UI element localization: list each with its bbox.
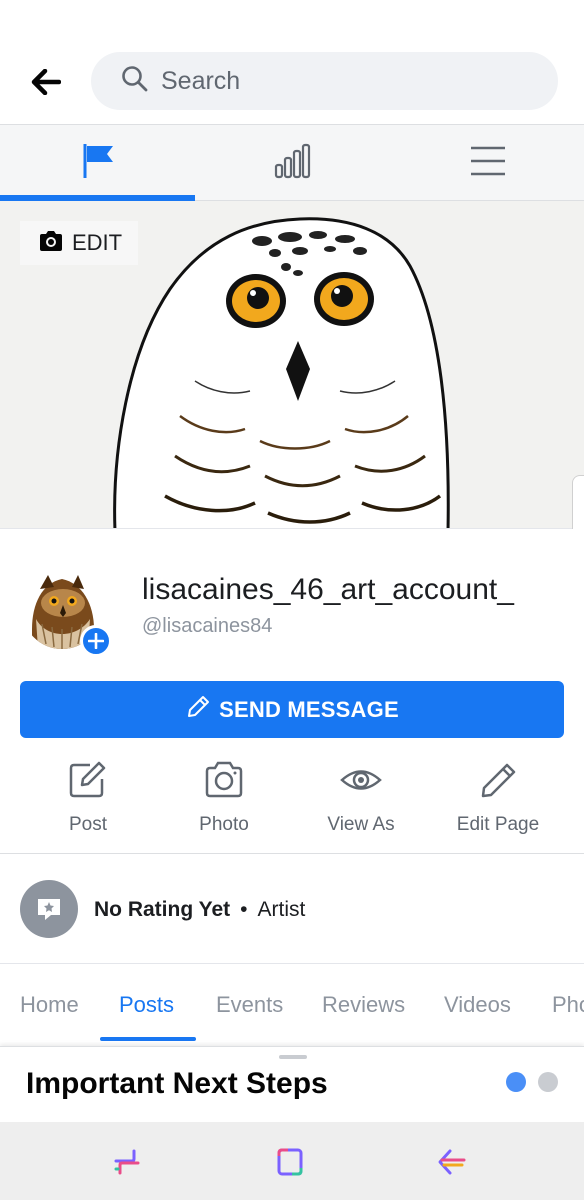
top-bar <box>0 0 584 124</box>
page-category: Artist <box>257 898 306 921</box>
post-action[interactable]: Post <box>15 761 161 841</box>
compose-icon <box>68 761 108 804</box>
edit-page-action[interactable]: Edit Page <box>425 761 571 841</box>
edit-page-action-label: Edit Page <box>456 814 540 835</box>
cover-photo[interactable]: EDIT <box>0 201 584 529</box>
camera-icon <box>203 761 245 804</box>
plus-icon <box>88 633 104 649</box>
recent-apps-button[interactable] <box>107 1142 147 1182</box>
section-tab-reviews[interactable]: Reviews <box>322 992 405 1018</box>
flag-icon <box>80 142 116 185</box>
rating-row[interactable]: No Rating Yet • Artist <box>0 854 584 964</box>
back-button[interactable] <box>432 1142 472 1182</box>
search-bar[interactable] <box>91 52 558 110</box>
sheet-drag-handle[interactable] <box>279 1055 307 1059</box>
next-steps-sheet[interactable]: Important Next Steps <box>0 1046 584 1122</box>
next-steps-title: Important Next Steps <box>26 1067 328 1100</box>
page-title: lisacaines_46_art_account_ <box>142 573 514 606</box>
back-arrow-icon[interactable] <box>26 62 66 102</box>
eye-icon <box>340 761 382 804</box>
section-tab-videos[interactable]: Videos <box>444 992 511 1018</box>
rating-summary: No Rating Yet • Artist <box>94 898 305 922</box>
home-icon <box>277 1148 303 1176</box>
page-sections-nav: Home Posts Events Reviews Videos Photos <box>0 964 584 1044</box>
send-message-button[interactable]: SEND MESSAGE <box>20 681 564 738</box>
tab-more[interactable] <box>390 125 584 201</box>
post-action-label: Post <box>68 814 108 835</box>
pencil-icon <box>478 761 518 804</box>
photo-action-label: Photo <box>199 814 249 835</box>
photo-action[interactable]: Photo <box>151 761 297 841</box>
search-icon <box>121 65 149 98</box>
add-profile-photo-button[interactable] <box>80 625 112 657</box>
bar-chart-icon <box>274 143 312 184</box>
carousel-dot-active[interactable] <box>506 1072 526 1092</box>
pencil-icon <box>185 694 211 725</box>
system-navigation-bar <box>0 1122 584 1200</box>
send-message-label: SEND MESSAGE <box>219 696 399 722</box>
home-button[interactable] <box>270 1142 310 1182</box>
review-icon <box>20 880 78 938</box>
rating-separator: • <box>240 898 248 921</box>
view-as-action[interactable]: View As <box>288 761 434 841</box>
page-tab-bar <box>0 124 584 201</box>
tab-insights[interactable] <box>195 125 390 201</box>
edit-cover-label: EDIT <box>72 230 123 255</box>
page-username: @lisacaines84 <box>142 615 273 637</box>
recent-apps-icon <box>114 1149 140 1175</box>
profile-section: lisacaines_46_art_account_ @lisacaines84… <box>0 529 584 854</box>
active-section-indicator <box>100 1037 196 1041</box>
section-tab-events[interactable]: Events <box>216 992 283 1018</box>
rating-status: No Rating Yet <box>94 898 231 921</box>
search-input[interactable] <box>161 66 521 96</box>
carousel-dot[interactable] <box>538 1072 558 1092</box>
edit-cover-button[interactable]: EDIT <box>20 221 138 265</box>
tab-page[interactable] <box>0 125 195 201</box>
section-tab-posts[interactable]: Posts <box>119 992 174 1018</box>
page-actions: Post Photo View As Edit Page <box>0 761 584 841</box>
camera-icon <box>38 230 64 257</box>
back-icon <box>438 1149 466 1175</box>
section-tab-photos[interactable]: Photos <box>552 992 584 1018</box>
view-as-action-label: View As <box>327 814 395 835</box>
section-tab-home[interactable]: Home <box>20 992 79 1018</box>
menu-icon <box>469 145 507 182</box>
